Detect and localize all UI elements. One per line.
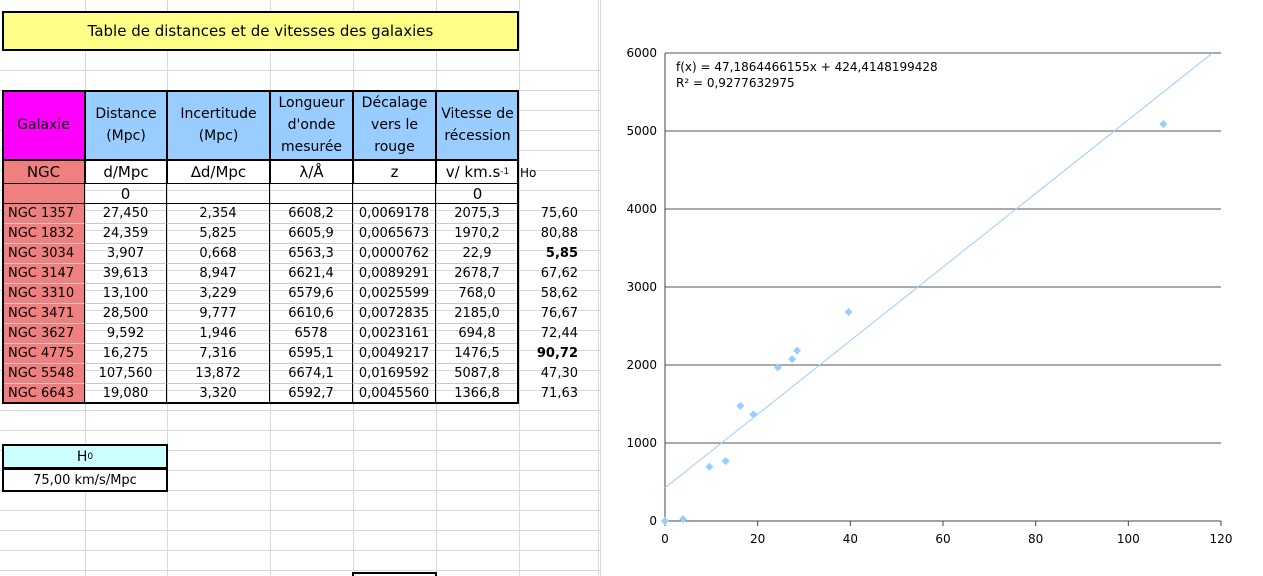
- data-point: [749, 410, 758, 419]
- data-point: [736, 401, 745, 410]
- y-tick-label: 3000: [626, 280, 657, 294]
- y-tick-label: 2000: [626, 358, 657, 372]
- y-tick-label: 4000: [626, 202, 657, 216]
- data-point: [721, 457, 730, 466]
- x-tick-label: 60: [935, 532, 950, 546]
- y-tick-label: 6000: [626, 46, 657, 60]
- data-point: [1159, 120, 1168, 129]
- x-tick-label: 80: [1028, 532, 1043, 546]
- x-tick-label: 40: [843, 532, 858, 546]
- data-point: [793, 346, 802, 355]
- trendline-equation: f(x) = 47,1864466155x + 424,4148199428: [676, 60, 938, 74]
- x-tick-label: 20: [750, 532, 765, 546]
- data-point: [788, 355, 797, 364]
- y-tick-label: 0: [649, 514, 657, 528]
- y-tick-label: 5000: [626, 124, 657, 138]
- x-tick-label: 100: [1117, 532, 1140, 546]
- spreadsheet: Table de distances et de vitesses des ga…: [0, 0, 1263, 576]
- data-point: [679, 515, 688, 524]
- x-tick-label: 120: [1210, 532, 1233, 546]
- trendline: [664, 52, 1213, 489]
- x-tick-label: 0: [661, 532, 669, 546]
- trendline-r2: R² = 0,9277632975: [676, 76, 795, 90]
- data-point: [844, 308, 853, 317]
- data-point: [661, 517, 669, 525]
- data-point: [705, 462, 714, 471]
- y-tick-label: 1000: [626, 436, 657, 450]
- scatter-chart: 0 1000 2000 3000 4000 5000 6000 0 20 40 60 80 100 120…: [626, 46, 1233, 546]
